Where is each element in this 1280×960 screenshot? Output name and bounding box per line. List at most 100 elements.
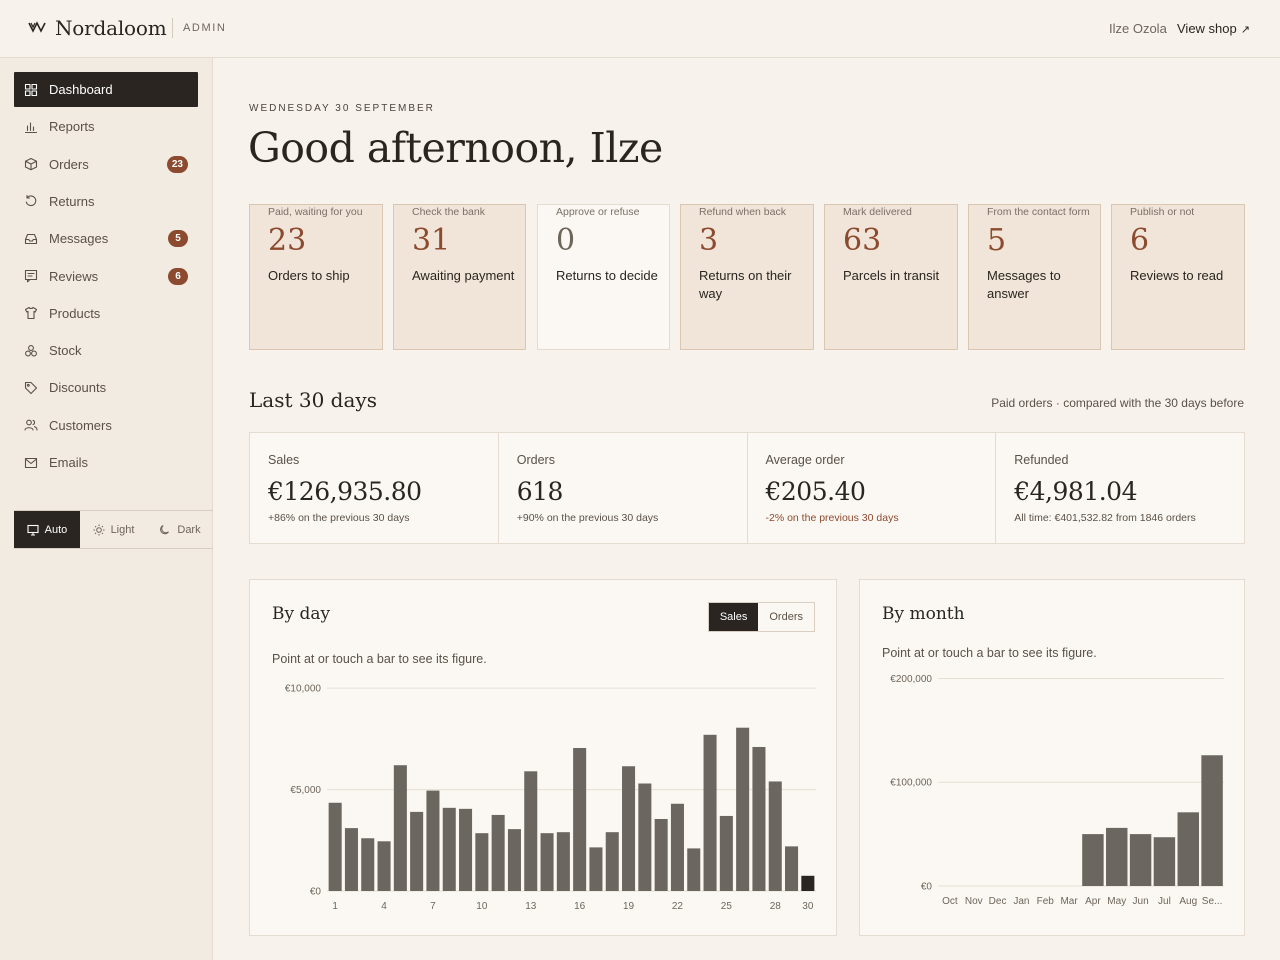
kpi-refunded: Refunded €4,981.04 All time: €401,532.82 f… (996, 433, 1244, 543)
bar-20[interactable] (638, 783, 652, 891)
task-card[interactable]: 5 Messages to answer From the contact form (968, 204, 1101, 350)
y-tick-label: €100,000 (890, 778, 932, 789)
top-bar: Nordaloom ADMIN Ilze Ozola View shop ↗ (0, 0, 1280, 58)
bar-19[interactable] (622, 766, 636, 891)
bar-1[interactable] (328, 802, 342, 891)
x-tick-label: 7 (430, 901, 436, 912)
bar-5[interactable] (393, 765, 407, 891)
view-shop-link[interactable]: View shop ↗ (1177, 21, 1250, 36)
theme-light-label: Light (110, 523, 135, 536)
x-tick-label: 10 (476, 901, 488, 912)
bar-29[interactable] (785, 846, 799, 891)
sidebar-item-customers[interactable]: Customers (14, 408, 198, 443)
bar-11[interactable] (1177, 812, 1199, 886)
bar-15[interactable] (556, 832, 570, 891)
review-icon (24, 269, 38, 283)
boxes-icon (24, 344, 38, 358)
kpi-value: 618 (516, 477, 564, 506)
bar-7[interactable] (426, 790, 440, 891)
bar-6[interactable] (410, 811, 424, 891)
bar-30[interactable] (801, 875, 815, 891)
bar-9[interactable] (459, 808, 473, 891)
sidebar-item-stock[interactable]: Stock (14, 333, 198, 368)
x-tick-label: 22 (672, 901, 684, 912)
bar-8[interactable] (442, 807, 456, 891)
task-count: 31 (412, 223, 451, 258)
x-tick-label: 1 (332, 901, 338, 912)
x-tick-label: Jan (1013, 896, 1029, 907)
task-card[interactable]: 31 Awaiting payment Check the bank (393, 204, 526, 350)
bar-4[interactable] (377, 841, 391, 891)
brand-name[interactable]: Nordaloom (55, 16, 167, 40)
bar-18[interactable] (605, 832, 619, 891)
return-icon (24, 194, 38, 208)
bar-17[interactable] (589, 847, 603, 891)
task-card[interactable]: 6 Reviews to read Publish or not (1111, 204, 1245, 350)
bar-22[interactable] (670, 803, 684, 891)
bar-25[interactable] (719, 815, 733, 891)
by-day-chart: €0 €5,000 €10,000 1 4 7 10 13 16 19 22 25 28 30 (285, 684, 816, 912)
theme-auto-button[interactable]: Auto (14, 511, 80, 548)
task-card[interactable]: 0 Returns to decide Approve or refuse (537, 204, 670, 350)
bar-2[interactable] (344, 828, 358, 891)
bar-13[interactable] (524, 771, 538, 891)
task-title: Orders to ship (268, 268, 350, 283)
kpi-orders: Orders 618 +90% on the previous 30 days (499, 433, 748, 543)
bar-14[interactable] (540, 833, 554, 891)
sidebar-item-returns[interactable]: Returns (14, 184, 198, 219)
bar-3[interactable] (361, 838, 375, 891)
theme-dark-label: Dark (177, 523, 201, 536)
by-month-panel: By month Point at or touch a bar to see … (859, 579, 1245, 936)
bar-28[interactable] (768, 781, 782, 891)
sidebar-item-label: Stock (49, 343, 82, 359)
sidebar-item-label: Discounts (49, 380, 107, 396)
kpi-note: -2% on the previous 30 days (765, 512, 899, 524)
kpi-value: €4,981.04 (1014, 477, 1137, 506)
sidebar-item-orders[interactable]: Orders 23 (14, 147, 198, 182)
theme-dark-button[interactable]: Dark (147, 511, 213, 548)
bar-16[interactable] (573, 747, 587, 891)
bar-9[interactable] (1129, 834, 1152, 886)
theme-switch: Auto Light Dark (14, 510, 213, 549)
bar-23[interactable] (687, 848, 701, 891)
current-date: WEDNESDAY 30 SEPTEMBER (249, 103, 435, 114)
task-card[interactable]: 63 Parcels in transit Mark delivered (824, 204, 958, 350)
bar-12[interactable] (507, 829, 521, 891)
sidebar-item-label: Orders (49, 156, 89, 172)
bar-8[interactable] (1106, 827, 1128, 886)
bar-11[interactable] (491, 814, 505, 891)
sidebar-item-label: Emails (49, 455, 89, 470)
kpi-label: Sales (268, 453, 300, 467)
sidebar-item-emails[interactable]: Emails (14, 445, 198, 480)
task-card[interactable]: 23 Orders to ship Paid, waiting for you (249, 204, 383, 350)
task-count: 0 (556, 223, 576, 258)
sidebar-item-messages[interactable]: Messages 5 (14, 221, 198, 256)
x-tick-label: Jul (1158, 896, 1171, 907)
task-subtitle: Publish or not (1130, 206, 1195, 218)
sidebar-item-dashboard[interactable]: Dashboard (14, 72, 198, 107)
task-count: 5 (987, 223, 1007, 258)
bar-24[interactable] (703, 734, 717, 891)
sidebar-item-products[interactable]: Products (14, 296, 198, 331)
admin-label: ADMIN (183, 22, 227, 34)
kpi-note: All time: €401,532.82 from 1846 orders (1014, 512, 1196, 524)
bar-10[interactable] (1153, 837, 1176, 886)
task-card[interactable]: 3 Returns on their way Refund when back (680, 204, 814, 350)
bar-10[interactable] (475, 833, 489, 891)
bar-27[interactable] (752, 746, 766, 891)
kpi-average-order: Average order €205.40 -2% on the previous … (748, 433, 997, 543)
bar-21[interactable] (654, 818, 668, 891)
theme-light-button[interactable]: Light (80, 511, 147, 548)
bar-12[interactable] (1201, 755, 1223, 886)
x-tick-label: Feb (1037, 896, 1055, 907)
bar-26[interactable] (736, 727, 750, 891)
sidebar-item-reviews[interactable]: Reviews 6 (14, 259, 198, 294)
sidebar-item-badge: 23 (166, 155, 188, 173)
sidebar-item-label: Customers (49, 417, 112, 433)
period-title: Last 30 days (249, 388, 377, 412)
current-user[interactable]: Ilze Ozola (1109, 21, 1167, 36)
bar-7[interactable] (1082, 834, 1104, 886)
sidebar-item-discounts[interactable]: Discounts (14, 370, 198, 405)
sidebar-item-reports[interactable]: Reports (14, 109, 198, 144)
by-month-chart: €0 €100,000 €200,000 Oct Nov Dec Jan Feb Mar Apr M… (890, 674, 1224, 907)
